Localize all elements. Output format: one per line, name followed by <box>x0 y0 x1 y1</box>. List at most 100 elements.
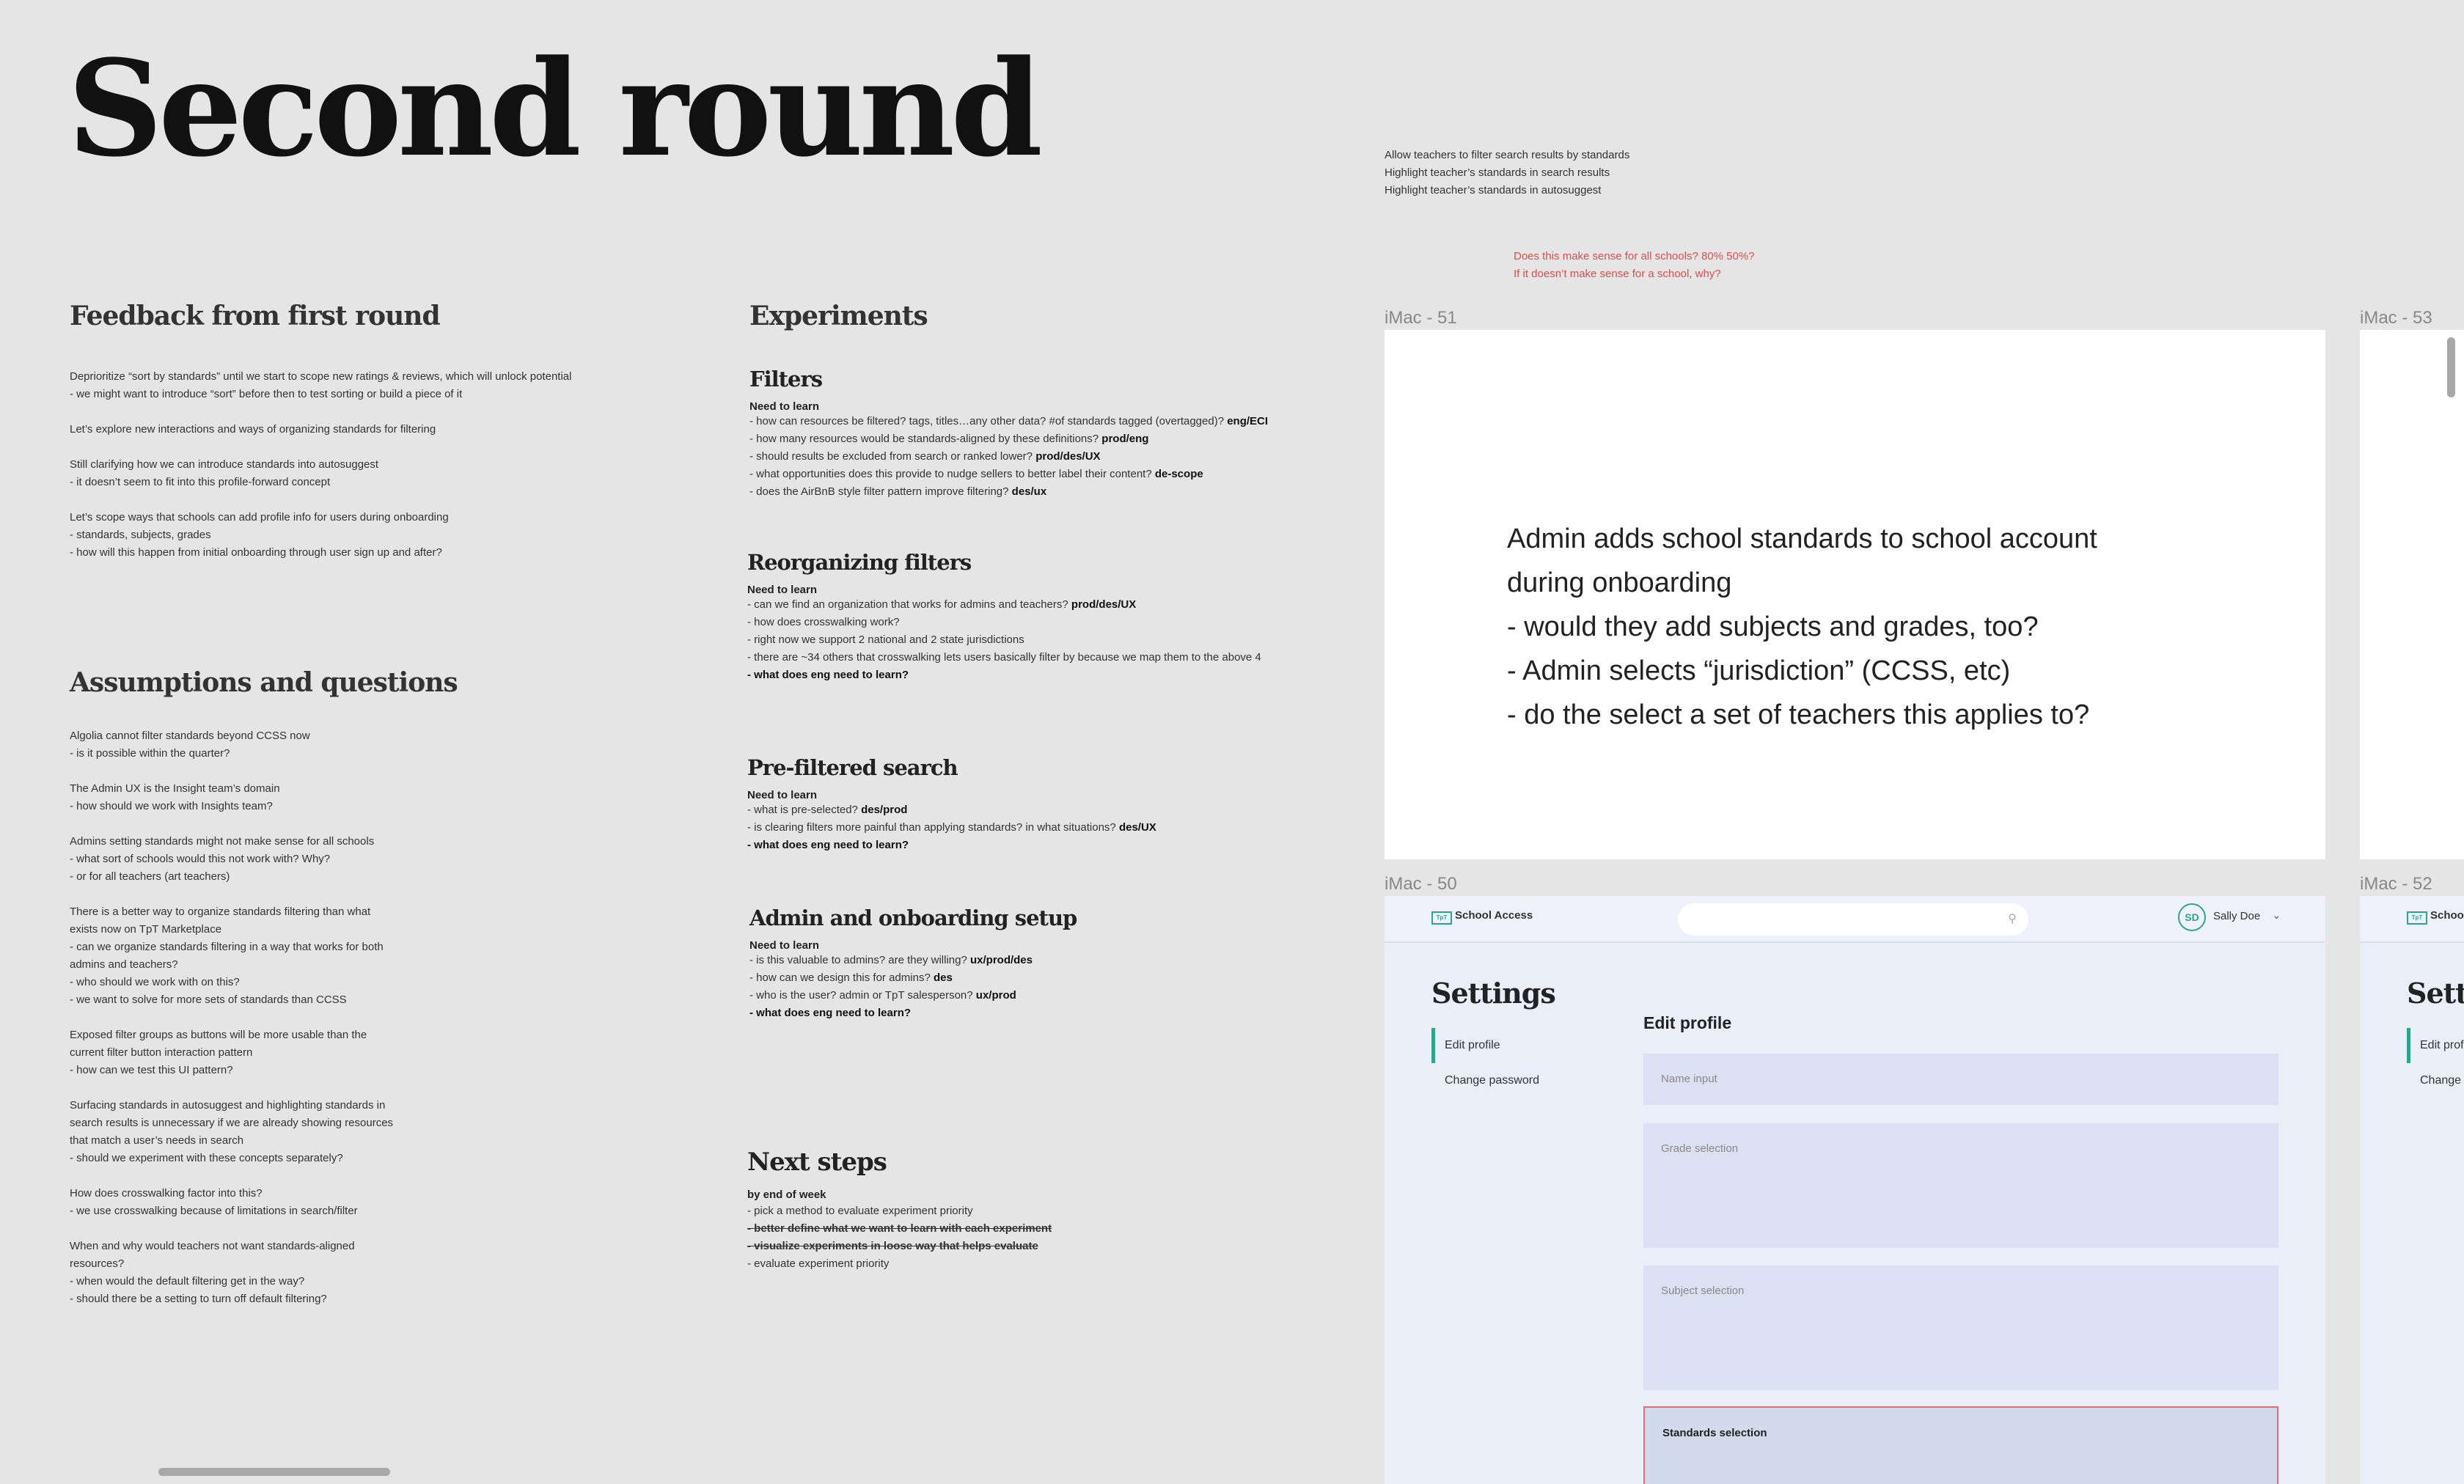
owner-tag: prod/des/UX <box>1035 450 1101 463</box>
search-icon[interactable]: ⚲ <box>2008 911 2017 926</box>
text-line: - we want to solve for more sets of stan… <box>70 993 347 1006</box>
line-text: - how does crosswalking work? <box>747 616 900 628</box>
user-name[interactable]: Sally Doe <box>2213 910 2260 922</box>
line-text: - how can we design this for admins? <box>749 971 934 984</box>
text-line: Admins setting standards might not make … <box>70 835 375 848</box>
experiments-section: Experiments <box>749 301 1351 331</box>
text-line: Still clarifying how we can introduce st… <box>70 458 379 471</box>
experiment-line: - what opportunities does this provide t… <box>749 466 1351 483</box>
owner-tag: des/UX <box>1118 821 1156 834</box>
frame-label-imac-50: iMac - 50 <box>1385 874 1457 894</box>
name-input[interactable]: Name input <box>1643 1054 2278 1105</box>
app-header-52: TpT School <box>2360 896 2464 943</box>
text-line: - when would the default filtering get i… <box>70 1275 305 1288</box>
note-line: - do the select a set of teachers this a… <box>1507 699 2090 730</box>
owner-tag: des <box>933 971 953 984</box>
note-line: - Admin selects “jurisdiction” (CCSS, et… <box>1507 655 2011 686</box>
experiment-line: - what does eng need to learn? <box>747 837 1349 854</box>
text-line: that match a user’s needs in search <box>70 1134 244 1147</box>
text-line: - should we experiment with these concep… <box>70 1152 343 1164</box>
logo-text: School <box>2430 909 2464 922</box>
text-line: - how should we work with Insights team? <box>70 800 273 812</box>
experiment-line: - is this valuable to admins? are they w… <box>749 952 1351 969</box>
red-comment-line: Does this make sense for all schools? 80… <box>1514 250 1755 262</box>
sidebar-item-edit-profile[interactable]: Edit prof <box>2420 1039 2464 1052</box>
red-comment-line: If it doesn’t make sense for a school, w… <box>1514 268 1721 280</box>
note-line: - would they add subjects and grades, to… <box>1507 611 2039 642</box>
line-text: - what opportunities does this provide t… <box>749 468 1155 480</box>
text-line: resources? <box>70 1257 125 1270</box>
assumptions-heading: Assumptions and questions <box>70 667 458 698</box>
experiment-line: - who is the user? admin or TpT salesper… <box>749 987 1351 1004</box>
settings-title: Setti <box>2407 977 2464 1010</box>
owner-tag: prod/des/UX <box>1071 598 1137 611</box>
experiment-title: Filters <box>749 367 823 392</box>
next-step-item: - better define what we want to learn wi… <box>747 1222 1052 1235</box>
feedback-heading: Feedback from first round <box>70 301 441 331</box>
owner-tag: des/ux <box>1011 485 1047 498</box>
sidebar-item-edit-profile[interactable]: Edit profile <box>1445 1039 1500 1052</box>
experiment-line: - how does crosswalking work? <box>747 614 1349 631</box>
text-line: - should there be a setting to turn off … <box>70 1293 327 1305</box>
next-steps-list: - pick a method to evaluate experiment p… <box>747 1202 1349 1273</box>
text-line: - we might want to introduce “sort” befo… <box>70 388 463 400</box>
text-line: Algolia cannot filter standards beyond C… <box>70 730 310 742</box>
text-line: search results is unnecessary if we are … <box>70 1117 394 1129</box>
frame-imac-50[interactable]: TpT School Access ⚲ SD Sally Doe ⌄ Setti… <box>1385 896 2325 1484</box>
assumptions-lines: Algolia cannot filter standards beyond C… <box>70 727 671 1308</box>
horizontal-scrollbar[interactable] <box>158 1468 390 1476</box>
text-line: The Admin UX is the Insight team’s domai… <box>70 782 280 795</box>
experiments-heading: Experiments <box>749 301 928 331</box>
experiment-line: - is clearing filters more painful than … <box>747 819 1349 837</box>
line-text: - does the AirBnB style filter pattern i… <box>749 485 1012 498</box>
next-steps-sub: by end of week <box>747 1189 826 1201</box>
experiment-line: - what is pre-selected? des/prod <box>747 801 1349 819</box>
page-title: Second round <box>67 32 1043 186</box>
line-text: - who is the user? admin or TpT salesper… <box>749 989 976 1002</box>
experiment-pre-filtered-search: Pre-filtered search Need to learn - what … <box>747 755 1349 854</box>
avatar[interactable]: SD <box>2178 903 2206 931</box>
owner-tag: des/prod <box>861 804 908 816</box>
text-line: - how will this happen from initial onbo… <box>70 546 442 559</box>
text-line: - how can we test this UI pattern? <box>70 1064 233 1076</box>
next-steps-section: Next steps by end of week - pick a metho… <box>747 1147 1349 1273</box>
note-line: Admin adds school standards to school ac… <box>1507 524 2097 554</box>
note-line: during onboarding <box>1507 567 1732 598</box>
tpt-logo-icon: TpT <box>1431 911 1452 925</box>
experiment-line: - should results be excluded from search… <box>749 448 1351 466</box>
tpt-logo-icon: TpT <box>2407 911 2427 925</box>
experiment-reorganizing-filters: Reorganizing filters Need to learn - can … <box>747 550 1349 684</box>
grade-selection[interactable]: Grade selection <box>1643 1123 2278 1248</box>
line-text: - can we find an organization that works… <box>747 598 1071 611</box>
sidebar-item-change-password[interactable]: Change password <box>1445 1074 1539 1087</box>
standards-selection[interactable]: Standards selection <box>1643 1406 2278 1484</box>
experiment-line: - what does eng need to learn? <box>749 1004 1351 1022</box>
subject-selection[interactable]: Subject selection <box>1643 1266 2278 1390</box>
experiment-line: - there are ~34 others that crosswalking… <box>747 649 1349 666</box>
vertical-scrollbar[interactable] <box>2447 337 2455 397</box>
chevron-down-icon[interactable]: ⌄ <box>2272 908 2281 922</box>
text-line: Let’s scope ways that schools can add pr… <box>70 511 449 524</box>
sidebar-item-change-password[interactable]: Change <box>2420 1074 2461 1087</box>
line-text: - there are ~34 others that crosswalking… <box>747 651 1261 664</box>
experiment-line: - how many resources would be standards-… <box>749 430 1351 448</box>
experiment-filters: Filters Need to learn - how can resources… <box>749 367 1351 501</box>
owner-tag: ux/prod <box>975 989 1016 1002</box>
frame-imac-53[interactable] <box>2360 330 2464 859</box>
experiment-lines: - how can resources be filtered? tags, t… <box>749 413 1351 501</box>
search-input[interactable]: ⚲ <box>1678 903 2028 936</box>
need-to-learn-label: Need to learn <box>749 400 820 413</box>
owner-tag: - what does eng need to learn? <box>747 669 909 681</box>
text-line: How does crosswalking factor into this? <box>70 1187 263 1200</box>
text-line: - it doesn’t seem to fit into this profi… <box>70 476 331 488</box>
experiment-title: Admin and onboarding setup <box>749 906 1077 930</box>
text-line: current filter button interaction patter… <box>70 1046 253 1059</box>
owner-tag: ux/prod/des <box>969 954 1033 966</box>
frame-imac-52[interactable]: TpT School Setti Edit prof Change <box>2360 896 2464 1484</box>
